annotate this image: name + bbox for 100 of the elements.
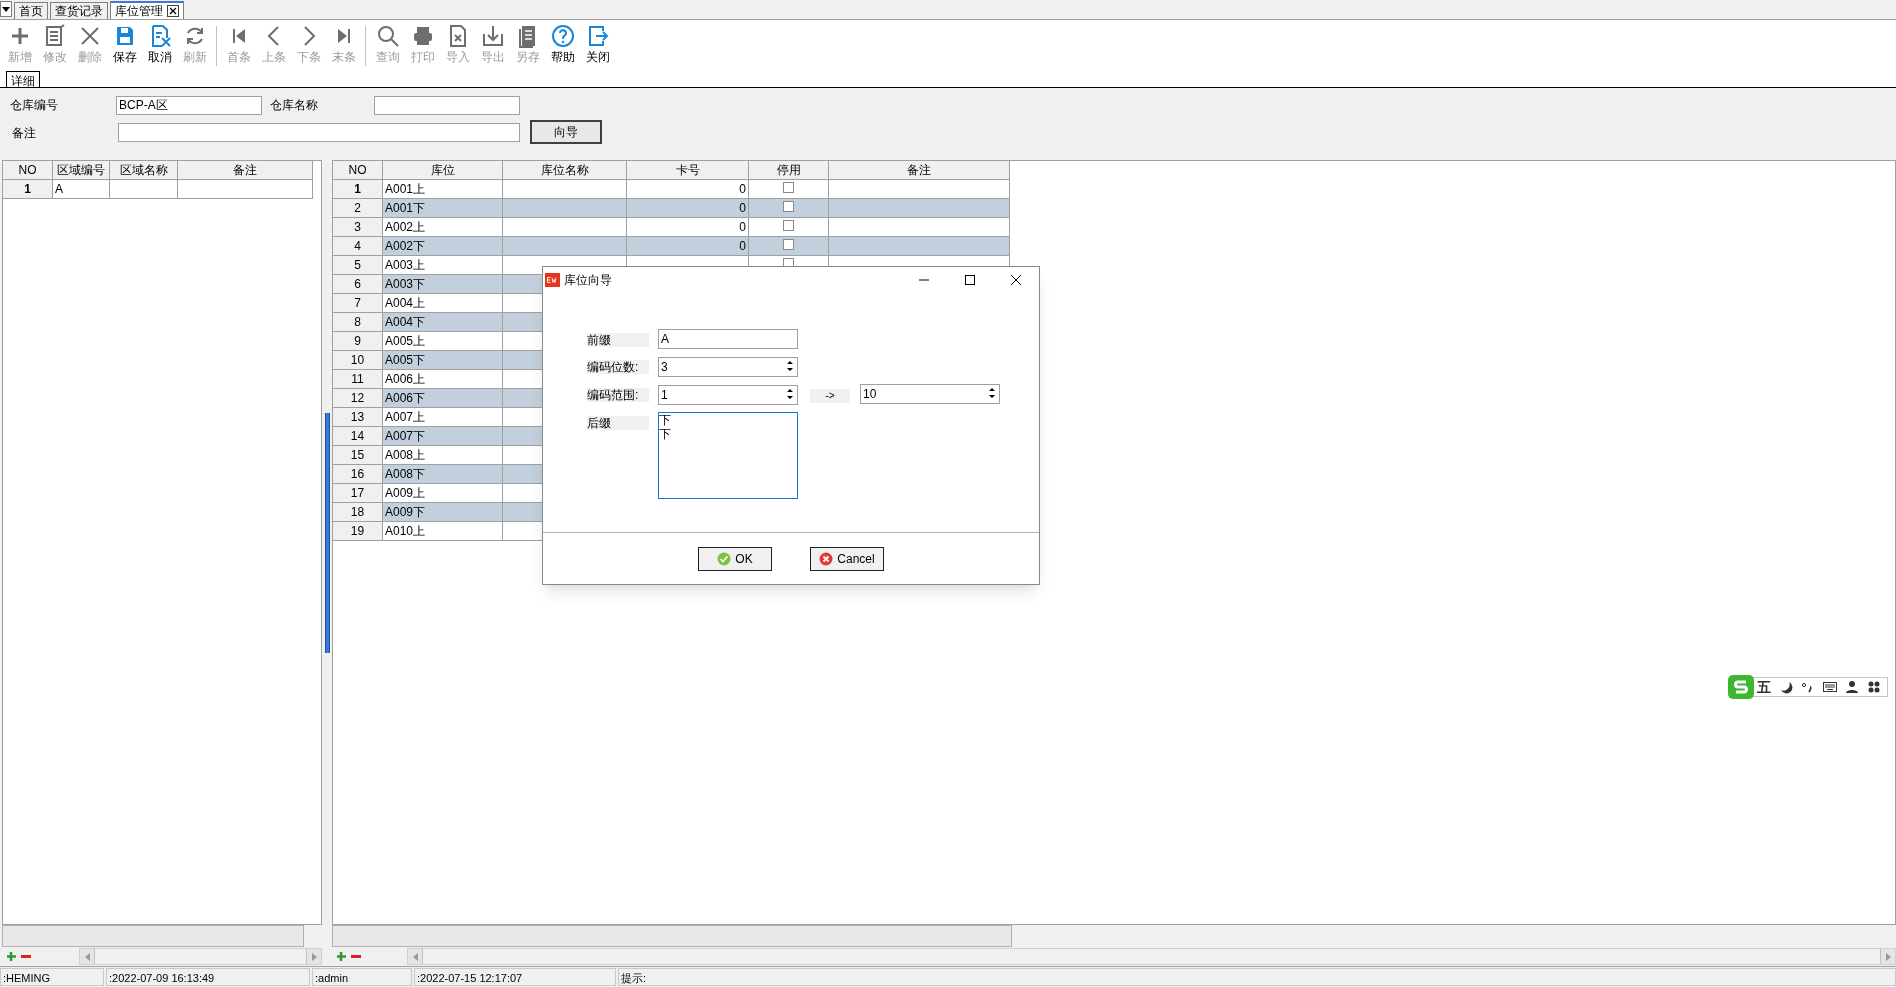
tab[interactable]: 库位管理: [110, 1, 184, 19]
toolbar-button[interactable]: 帮助: [545, 24, 580, 65]
table-cell: A007下: [383, 427, 503, 446]
keyboard-icon[interactable]: [1823, 680, 1837, 694]
input-field[interactable]: A: [658, 329, 798, 349]
cancel-button[interactable]: Cancel: [810, 547, 884, 571]
dropdown-icon[interactable]: [0, 1, 12, 17]
row-number: 3: [333, 218, 383, 237]
checkbox[interactable]: [783, 201, 794, 212]
table-cell: A003上: [383, 256, 503, 275]
x-circle-icon: [819, 552, 834, 566]
table-cell: A006上: [383, 370, 503, 389]
add-row-icon[interactable]: [6, 950, 18, 963]
row-number: 1: [333, 180, 383, 199]
toolbar-button[interactable]: 保存: [107, 24, 142, 65]
table-cell: [110, 180, 178, 199]
row-number: 4: [333, 237, 383, 256]
tab-label: 库位管理: [115, 3, 163, 20]
row-number: 13: [333, 408, 383, 427]
table-cell: 0: [627, 199, 749, 218]
tab[interactable]: 首页: [14, 2, 48, 19]
range-separator: ->: [810, 389, 850, 403]
row-number: 5: [333, 256, 383, 275]
wizard-button[interactable]: 向导: [530, 120, 602, 144]
field-label: 仓库编号: [10, 97, 58, 114]
input-field[interactable]: BCP-A区: [116, 96, 262, 115]
table-cell: A001下: [383, 199, 503, 218]
download-icon: [480, 24, 505, 48]
text-area[interactable]: 下 下: [658, 412, 798, 499]
table-cell: A009下: [383, 503, 503, 522]
scroll-right-icon[interactable]: [306, 949, 321, 964]
splitter-handle[interactable]: [324, 413, 330, 653]
column-header[interactable]: 卡号: [627, 161, 749, 180]
field-label: 备注: [12, 125, 36, 142]
table-cell: A005上: [383, 332, 503, 351]
toolbar-button[interactable]: 关闭: [580, 24, 615, 65]
table-cell: A008上: [383, 446, 503, 465]
column-header[interactable]: NO: [333, 161, 383, 180]
check-circle-icon: [717, 552, 732, 566]
close-icon[interactable]: [1011, 275, 1021, 285]
row-number: 1: [3, 180, 53, 199]
table-cell: A007上: [383, 408, 503, 427]
maximize-icon[interactable]: [965, 275, 975, 285]
table-cell: A003下: [383, 275, 503, 294]
row-number: 7: [333, 294, 383, 313]
table-cell: A004下: [383, 313, 503, 332]
table-cell: 0: [627, 237, 749, 256]
punctuation-icon[interactable]: [1801, 680, 1815, 694]
ime-mode[interactable]: 五: [1757, 676, 1771, 698]
status-field: :2022-07-09 16:13:49: [106, 968, 310, 986]
text-line: 下: [659, 413, 671, 427]
field-label: 编码位数:: [587, 360, 649, 374]
status-field: :admin: [312, 968, 412, 986]
column-header[interactable]: NO: [3, 161, 53, 180]
input-field[interactable]: [374, 96, 520, 115]
row-number: 10: [333, 351, 383, 370]
row-number: 12: [333, 389, 383, 408]
help-icon: [550, 24, 575, 48]
horizontal-scrollbar[interactable]: [79, 948, 322, 965]
row-number: 11: [333, 370, 383, 389]
column-header[interactable]: 备注: [178, 161, 313, 180]
grid-icon[interactable]: [1867, 680, 1881, 694]
checkbox[interactable]: [783, 182, 794, 193]
tab[interactable]: 详细: [6, 71, 40, 87]
table-cell: A004上: [383, 294, 503, 313]
window-title: 库位向导: [564, 272, 613, 289]
scroll-left-icon[interactable]: [408, 949, 423, 964]
table-cell: A008下: [383, 465, 503, 484]
close-icon[interactable]: [167, 5, 179, 17]
column-header[interactable]: 备注: [829, 161, 1010, 180]
moon-icon[interactable]: [1779, 680, 1793, 694]
scroll-right-icon[interactable]: [1880, 949, 1895, 964]
table-cell: A010上: [383, 522, 503, 541]
checkbox[interactable]: [783, 220, 794, 231]
row-number: 6: [333, 275, 383, 294]
row-number: 9: [333, 332, 383, 351]
column-header[interactable]: 库位名称: [503, 161, 627, 180]
checkbox[interactable]: [783, 239, 794, 250]
add-row-icon[interactable]: [336, 950, 348, 963]
tab[interactable]: 查货记录: [50, 2, 108, 19]
scroll-left-icon[interactable]: [80, 949, 95, 964]
column-header[interactable]: 停用: [749, 161, 829, 180]
horizontal-scrollbar[interactable]: [407, 948, 1896, 965]
status-field: :HEMING: [0, 968, 104, 986]
table-cell: A006下: [383, 389, 503, 408]
input-field[interactable]: [118, 123, 520, 142]
column-header[interactable]: 区域名称: [110, 161, 178, 180]
field-label: 编码范围:: [587, 388, 649, 402]
status-field: :2022-07-15 12:17:07: [414, 968, 616, 986]
column-header[interactable]: 库位: [383, 161, 503, 180]
row-number: 17: [333, 484, 383, 503]
table-cell: A001上: [383, 180, 503, 199]
table-cell: 0: [627, 218, 749, 237]
toolbar-button[interactable]: 取消: [142, 24, 177, 65]
column-header[interactable]: 区域编号: [53, 161, 110, 180]
ok-button[interactable]: OK: [698, 547, 772, 571]
field-label: 后缀: [587, 416, 649, 430]
person-icon[interactable]: [1845, 680, 1859, 694]
row-number: 2: [333, 199, 383, 218]
table-cell: A002下: [383, 237, 503, 256]
